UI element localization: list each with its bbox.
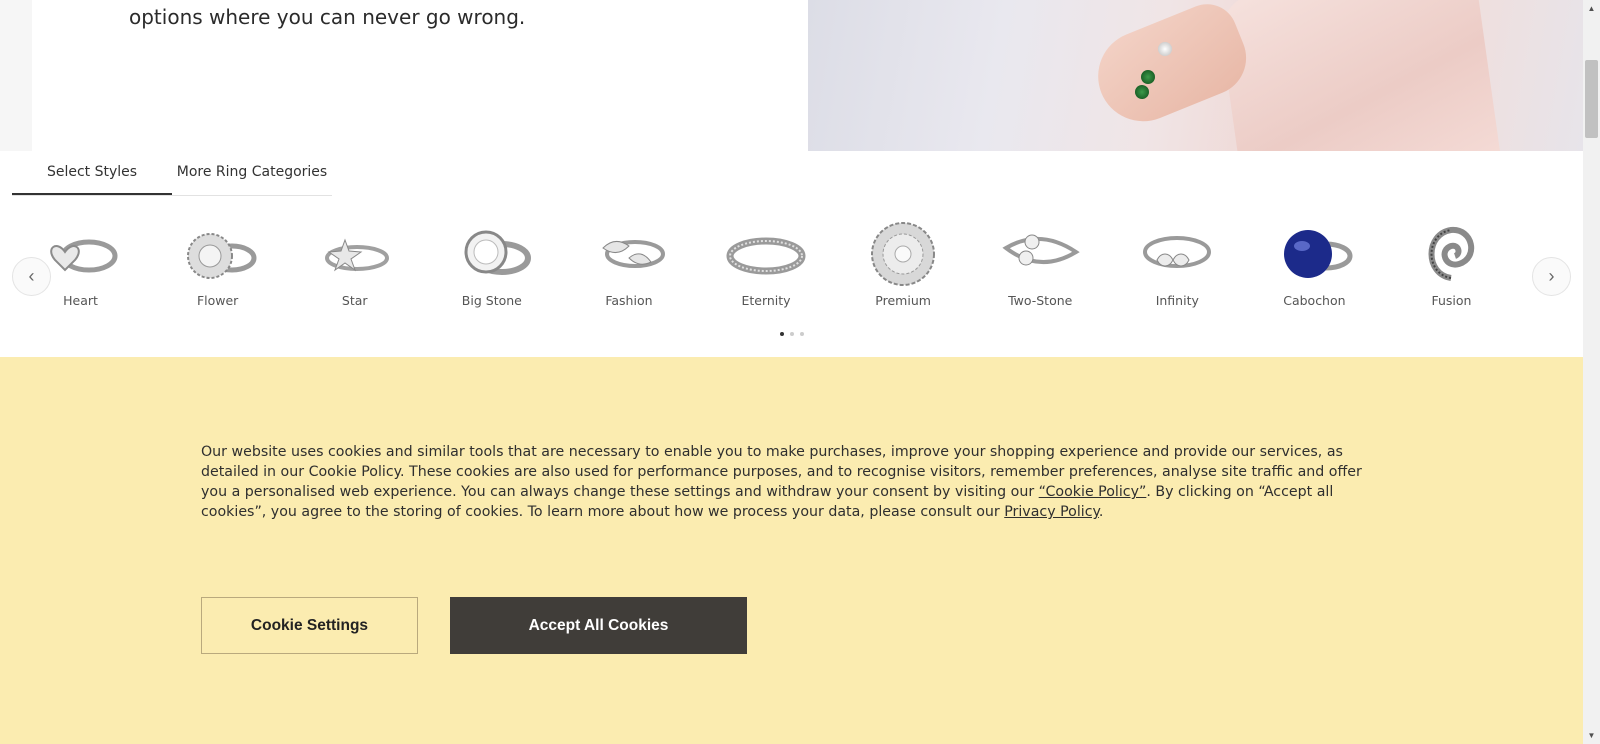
tab-more-ring-categories[interactable]: More Ring Categories — [172, 156, 332, 195]
accept-all-cookies-button[interactable]: Accept All Cookies — [450, 597, 747, 654]
pagination-dot-1[interactable] — [780, 332, 784, 336]
style-item-premium[interactable]: Premium — [835, 210, 972, 308]
hero-banner: options where you can never go wrong. — [0, 0, 1583, 151]
carousel-items: Heart Flower Star Big Stone Fashion Eter… — [12, 210, 1520, 308]
chevron-right-icon: › — [1548, 266, 1555, 286]
fusion-ring-image — [1411, 218, 1491, 288]
two-stone-ring-image — [1000, 218, 1080, 288]
ring-gem — [1141, 70, 1155, 84]
style-item-label: Eternity — [741, 293, 791, 308]
cabochon-ring-image — [1274, 218, 1354, 288]
star-ring-image — [315, 218, 395, 288]
style-item-label: Fashion — [605, 293, 653, 308]
cookie-settings-button[interactable]: Cookie Settings — [201, 597, 418, 654]
heart-ring-image — [41, 218, 121, 288]
hero-text-panel: options where you can never go wrong. — [32, 0, 808, 151]
page-scrollbar[interactable]: ▲ ▼ — [1583, 0, 1600, 744]
big-stone-ring-image — [452, 218, 532, 288]
cookie-banner: Our website uses cookies and similar too… — [0, 357, 1583, 744]
hero-image — [808, 0, 1583, 151]
cookie-policy-link[interactable]: “Cookie Policy” — [1039, 484, 1147, 500]
carousel-next-button[interactable]: › — [1532, 257, 1571, 296]
style-item-fashion[interactable]: Fashion — [560, 210, 697, 308]
eternity-ring-image — [726, 218, 806, 288]
cookie-text-part3: . — [1098, 504, 1104, 520]
style-item-star[interactable]: Star — [286, 210, 423, 308]
style-item-eternity[interactable]: Eternity — [697, 210, 834, 308]
ring-gem — [1158, 42, 1172, 56]
style-item-label: Star — [341, 293, 368, 308]
style-item-cabochon[interactable]: Cabochon — [1246, 210, 1383, 308]
page: options where you can never go wrong. Se… — [0, 0, 1583, 744]
style-item-two-stone[interactable]: Two-Stone — [972, 210, 1109, 308]
ring-gem — [1135, 85, 1149, 99]
pagination-dot-2[interactable] — [790, 332, 794, 336]
style-item-label: Heart — [63, 293, 98, 308]
style-item-flower[interactable]: Flower — [149, 210, 286, 308]
hero-description: options where you can never go wrong. — [129, 5, 526, 29]
style-item-label: Flower — [196, 293, 239, 308]
pagination-dot-3[interactable] — [800, 332, 804, 336]
cookie-notice-text: Our website uses cookies and similar too… — [201, 442, 1391, 522]
ring-style-carousel: ‹ Heart Flower Star Big Stone Fashion Et… — [0, 210, 1583, 350]
style-item-big-stone[interactable]: Big Stone — [423, 210, 560, 308]
style-item-fusion[interactable]: Fusion — [1383, 210, 1520, 308]
ring-tabs: Select Styles More Ring Categories — [12, 156, 332, 196]
style-item-label: Premium — [875, 293, 931, 308]
flower-ring-image — [178, 218, 258, 288]
scroll-up-icon[interactable]: ▲ — [1583, 0, 1600, 17]
style-item-label: Big Stone — [461, 293, 522, 308]
scrollbar-thumb[interactable] — [1585, 60, 1598, 138]
style-item-label: Two-Stone — [1008, 293, 1073, 308]
style-item-label: Cabochon — [1283, 293, 1346, 308]
infinity-ring-image — [1137, 218, 1217, 288]
carousel-pagination — [780, 332, 804, 336]
privacy-policy-link[interactable]: Privacy Policy — [1004, 504, 1099, 520]
style-item-infinity[interactable]: Infinity — [1109, 210, 1246, 308]
premium-ring-image — [863, 218, 943, 288]
fashion-ring-image — [589, 218, 669, 288]
style-item-label: Infinity — [1155, 293, 1199, 308]
scroll-down-icon[interactable]: ▼ — [1583, 727, 1600, 744]
tab-select-styles[interactable]: Select Styles — [12, 156, 172, 195]
style-item-label: Fusion — [1431, 293, 1472, 308]
style-item-heart[interactable]: Heart — [12, 210, 149, 308]
